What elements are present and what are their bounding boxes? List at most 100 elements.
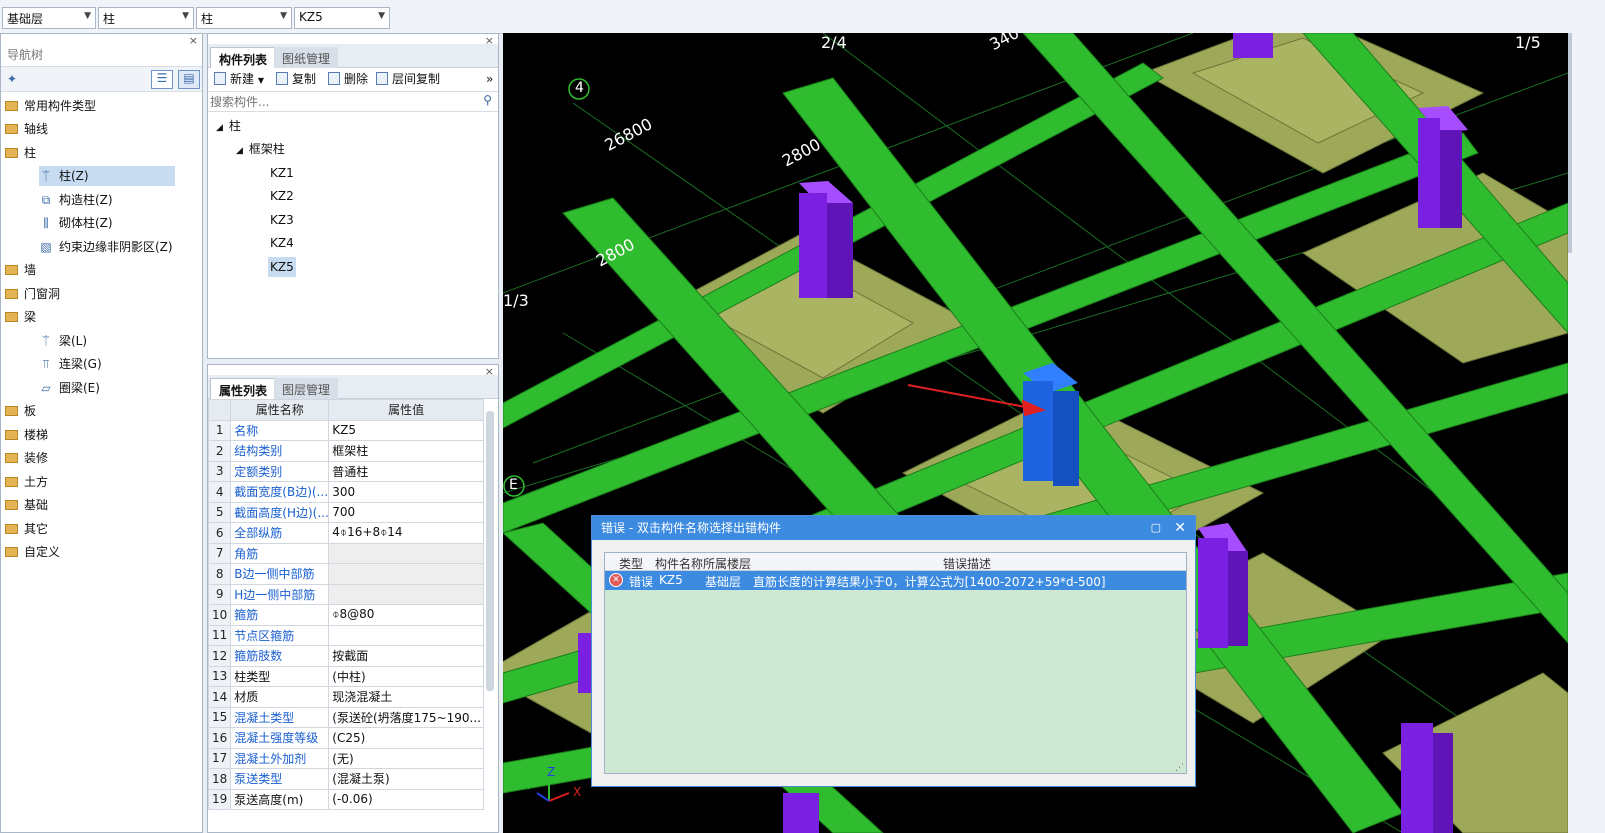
subcategory-select[interactable]: 柱 ▼ [196,7,292,29]
search-input[interactable] [210,93,472,110]
property-value[interactable] [328,583,484,605]
property-row[interactable]: 6 全部纵筋 4⌽16+8⌽14 [208,522,484,544]
error-component-name[interactable]: KZ5 [659,573,683,587]
nav-item-slab[interactable]: 板 [5,401,36,421]
delete-button[interactable]: 删除 [328,68,368,90]
nav-item-column-z[interactable]: ᛠ 柱(Z) [39,166,175,186]
property-value[interactable]: (泵送砼(坍落度175~190... [328,706,484,728]
property-value[interactable]: 现浇混凝土 [328,686,484,708]
property-row[interactable]: 12 箍筋肢数 按截面 [208,645,484,667]
floor-select[interactable]: 基础层 ▼ [2,7,96,29]
property-row[interactable]: 11 节点区箍筋 [208,624,484,646]
property-value[interactable]: (中柱) [328,665,484,687]
maximize-icon[interactable]: ▢ [1151,516,1161,540]
property-row[interactable]: 9 H边一侧中部筋 [208,583,484,605]
nav-item-label: 约束边缘非阴影区(Z) [59,240,173,254]
row-number: 11 [208,624,232,646]
nav-item-foundation[interactable]: 基础 [5,495,48,515]
property-value[interactable] [328,624,484,646]
tree-group[interactable]: ◢ 框架柱 [236,139,285,159]
nav-item-constructional-column[interactable]: ⧉ 构造柱(Z) [39,190,113,210]
nav-item-wall[interactable]: 墙 [5,260,36,280]
property-row[interactable]: 3 定额类别 普通柱 [208,460,484,482]
property-value[interactable] [328,563,484,585]
detail-view-icon[interactable]: ▤ [178,70,200,89]
sparkle-icon[interactable]: ✦ [7,72,17,86]
tree-root[interactable]: ◢ 柱 [216,116,241,136]
folder-icon [5,101,18,111]
nav-item-label: 构造柱(Z) [59,193,113,207]
nav-item-beam-l[interactable]: ᛠ 梁(L) [39,331,87,351]
nav-item-door-window[interactable]: 门窗洞 [5,284,60,304]
property-row[interactable]: 17 混凝土外加剂 (无) [208,747,484,769]
property-value[interactable]: 按截面 [328,645,484,667]
nav-item-axis[interactable]: 轴线 [5,119,48,139]
property-row[interactable]: 4 截面宽度(B边)(... 300 [208,481,484,503]
property-row[interactable]: 5 截面高度(H边)(... 700 [208,501,484,523]
scrollbar[interactable] [486,411,494,691]
property-row[interactable]: 19 泵送高度(m) (-0.06) [208,788,484,810]
search-icon[interactable]: ⚲ [483,93,492,107]
nav-tree-panel: × 导航树 ✦ ☰ ▤ 常用构件类型 轴线 柱 ᛠ 柱(Z) ⧉ 构造柱(Z) ⫼ 砌… [0,33,203,833]
category-select-value: 柱 [103,12,116,26]
list-view-icon[interactable]: ☰ [151,70,173,89]
property-row[interactable]: 15 混凝土类型 (泵送砼(坍落度175~190... [208,706,484,728]
property-value[interactable]: (无) [328,747,484,769]
nav-item-decoration[interactable]: 装修 [5,448,48,468]
close-icon[interactable]: ✕ [1174,516,1186,540]
property-row[interactable]: 7 角筋 [208,542,484,564]
resize-grip-icon[interactable]: ⋰ [1175,763,1184,773]
property-value[interactable]: 普通柱 [328,460,484,482]
nav-item-other[interactable]: 其它 [5,519,48,539]
property-row[interactable]: 10 箍筋 ⌽8@80 [208,604,484,626]
tab-drawing-management[interactable]: 图纸管理 [274,47,339,68]
more-icon[interactable]: » [486,68,493,90]
tree-item-kz5[interactable]: KZ5 [268,257,296,277]
property-row[interactable]: 1 名称 KZ5 [208,419,484,441]
property-value[interactable]: 300 [328,481,484,503]
tab-component-list[interactable]: 构件列表 [210,47,277,68]
scrollbar-thumb[interactable] [1568,33,1572,253]
property-value[interactable]: ⌽8@80 [328,604,484,626]
property-row[interactable]: 8 B边一侧中部筋 [208,563,484,585]
row-number: 10 [208,604,232,626]
dialog-titlebar[interactable]: 错误 - 双击构件名称选择出错构件 ▢ ✕ [592,516,1195,540]
nav-item-link-beam[interactable]: ⫪ 连梁(G) [39,354,102,374]
property-value[interactable]: (C25) [328,727,484,749]
close-icon[interactable]: × [189,34,198,47]
nav-item-column[interactable]: 柱 [5,143,36,163]
property-value[interactable] [328,542,484,564]
tab-property-list[interactable]: 属性列表 [210,378,277,399]
nav-item-boundary-zone[interactable]: ▧ 约束边缘非阴影区(Z) [39,237,173,257]
property-row[interactable]: 2 结构类别 框架柱 [208,440,484,462]
property-value[interactable]: (-0.06) [328,788,484,810]
property-row[interactable]: 14 材质 现浇混凝土 [208,686,484,708]
axis-label-4: 4 [575,80,584,96]
tree-item-kz4[interactable]: KZ4 [268,233,296,253]
property-value[interactable]: 框架柱 [328,440,484,462]
property-value[interactable]: KZ5 [328,419,484,441]
floor-copy-button[interactable]: 层间复制 [376,68,440,90]
property-value[interactable]: 700 [328,501,484,523]
tab-layer-management[interactable]: 图层管理 [274,378,339,399]
component-select[interactable]: KZ5 ▼ [294,7,390,29]
nav-item-ring-beam[interactable]: ▱ 圈梁(E) [39,378,100,398]
category-select[interactable]: 柱 ▼ [98,7,194,29]
nav-item-earthwork[interactable]: 土方 [5,472,48,492]
property-row[interactable]: 18 泵送类型 (混凝土泵) [208,768,484,790]
property-row[interactable]: 16 混凝土强度等级 (C25) [208,727,484,749]
nav-item-beam[interactable]: 梁 [5,307,36,327]
nav-item-masonry-column[interactable]: ⫼ 砌体柱(Z) [39,213,112,233]
new-button[interactable]: 新建 ▼ [214,68,264,90]
property-value[interactable]: (混凝土泵) [328,768,484,790]
property-row[interactable]: 13 柱类型 (中柱) [208,665,484,687]
error-row[interactable]: ✕ 错误 KZ5 基础层 直筋长度的计算结果小于0，计算公式为[1400-207… [605,571,1186,590]
tree-item-kz3[interactable]: KZ3 [268,210,296,230]
nav-item-stair[interactable]: 楼梯 [5,425,48,445]
nav-item-common[interactable]: 常用构件类型 [5,96,96,116]
tree-item-kz1[interactable]: KZ1 [268,163,296,183]
tree-item-kz2[interactable]: KZ2 [268,186,296,206]
property-value[interactable]: 4⌽16+8⌽14 [328,522,484,544]
copy-button[interactable]: 复制 [276,68,316,90]
nav-item-custom[interactable]: 自定义 [5,542,60,562]
